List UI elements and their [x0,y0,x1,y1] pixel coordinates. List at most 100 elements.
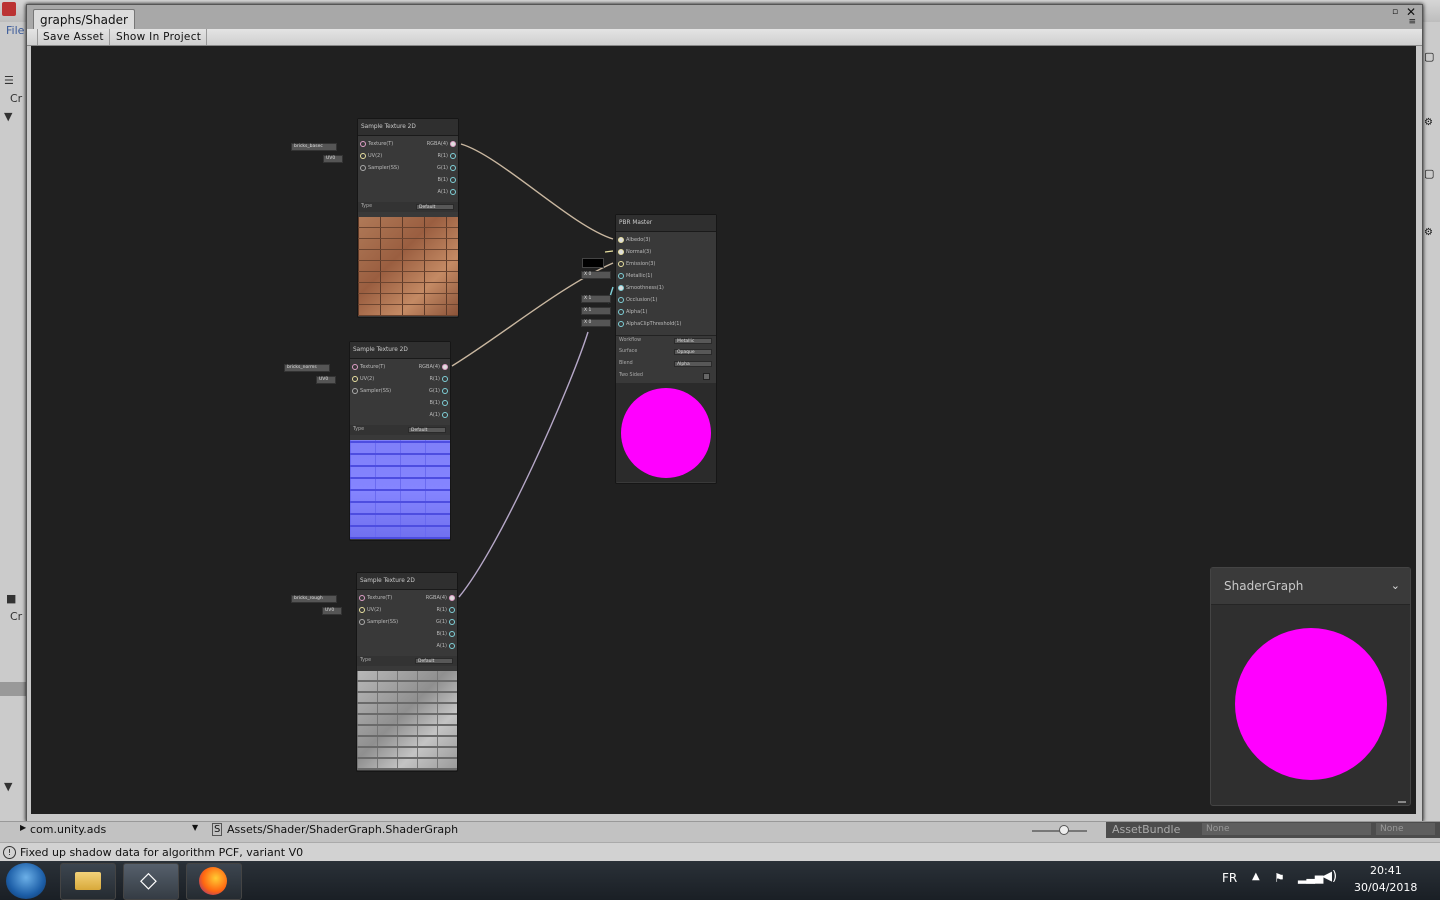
node-sample-texture-normal[interactable]: Sample Texture 2D Texture(T) UV(2) Sampl… [349,341,451,541]
port-g[interactable]: G(1) [436,617,457,627]
surface-dropdown[interactable]: Opaque [674,349,712,355]
input-uv-normal[interactable]: UV0 [316,376,336,384]
action-center-flag-icon[interactable]: ⚑ [1274,871,1285,885]
resize-handle[interactable] [1398,801,1406,803]
chevron-right-icon[interactable]: ▶ [20,823,26,832]
assetbundle-dropdown[interactable]: None [1202,823,1371,835]
node-type-row: Type Default [358,202,458,212]
port-normal[interactable]: Normal(3) [616,247,651,257]
port-sampler[interactable]: Sampler(SS) [350,386,391,396]
status-bar[interactable]: ! Fixed up shadow data for algorithm PCF… [0,842,1440,862]
edge-rough-rgba[interactable] [458,331,589,598]
preview-sphere[interactable] [1235,628,1387,780]
shader-graph-window: graphs/Shader ▫ ✕ ≡ Save Asset Show In P… [26,4,1423,822]
type-dropdown[interactable]: Default [415,658,453,664]
graph-canvas[interactable]: bricks_basec UV0 Sample Texture 2D Textu… [31,46,1416,814]
input-alphaclip-value[interactable]: X 0 [581,319,611,327]
port-emission[interactable]: Emission(3) [616,259,655,269]
node-sample-texture-albedo[interactable]: Sample Texture 2D Texture(T) UV(2) Sampl… [357,118,459,318]
language-indicator[interactable]: FR [1222,871,1237,885]
option-blend: Blend Alpha [616,359,716,369]
emission-color-swatch[interactable] [582,258,604,268]
show-hidden-icons-icon[interactable]: ▲ [1252,871,1260,882]
assetbundle-bar: AssetBundle None None [1106,822,1440,838]
selected-row[interactable] [0,682,26,696]
port-b[interactable]: B(1) [436,629,457,639]
input-uv-rough[interactable]: UV0 [322,607,342,615]
input-metallic-value[interactable]: X 0 [581,271,611,279]
node-pbr-master[interactable]: PBR Master Albedo(3) Normal(3) Emission(… [615,214,717,484]
preview-header[interactable]: ShaderGraph ⌄ [1211,568,1410,605]
port-texture[interactable]: Texture(T) [350,362,385,372]
port-rgba[interactable]: RGBA(4) [419,362,450,372]
clock-date[interactable]: 30/04/2018 [1354,881,1417,894]
gear-icon[interactable]: ⚙ [1424,117,1433,128]
clock-time[interactable]: 20:41 [1370,864,1402,877]
type-dropdown[interactable]: Default [416,204,454,210]
lock-icon[interactable]: ▢ [1424,50,1434,63]
file-explorer-icon[interactable] [60,863,116,900]
blend-dropdown[interactable]: Alpha [674,361,712,367]
assetbundle-variant-dropdown[interactable]: None [1376,823,1435,835]
port-uv[interactable]: UV(2) [350,374,374,384]
port-texture[interactable]: Texture(T) [357,593,392,603]
node-sample-texture-rough[interactable]: Sample Texture 2D Texture(T) UV(2) Sampl… [356,572,458,772]
tab-menu-icon[interactable]: ≡ [1408,17,1416,27]
port-g[interactable]: G(1) [429,386,450,396]
port-g[interactable]: G(1) [437,163,458,173]
show-in-project-button[interactable]: Show In Project [111,29,208,45]
firefox-icon[interactable] [186,863,242,900]
port-a[interactable]: A(1) [437,187,458,197]
maximize-icon[interactable]: ▫ [1392,7,1402,17]
node-title: PBR Master [616,215,716,232]
port-r[interactable]: R(1) [437,151,458,161]
main-preview-panel[interactable]: ShaderGraph ⌄ [1210,567,1411,806]
volume-icon[interactable]: ◀) [1322,869,1337,884]
zoom-slider-thumb[interactable] [1059,825,1069,835]
port-rgba[interactable]: RGBA(4) [427,139,458,149]
graph-toolbar: Save Asset Show In Project [27,29,1422,46]
port-uv[interactable]: UV(2) [358,151,382,161]
input-occlusion-value[interactable]: X 1 [581,295,611,303]
chevron-down-icon[interactable]: ⌄ [1391,568,1400,604]
input-uv-albedo[interactable]: UV0 [323,155,343,163]
port-alpha[interactable]: Alpha(1) [616,307,647,317]
node-title: Sample Texture 2D [358,119,458,136]
option-workflow: Workflow Metallic [616,335,716,345]
type-dropdown[interactable]: Default [408,427,446,433]
port-r[interactable]: R(1) [429,374,450,384]
port-texture[interactable]: Texture(T) [358,139,393,149]
option-two-sided: Two Sided [616,371,716,381]
start-button-icon[interactable] [6,863,46,899]
input-alpha-value[interactable]: X 1 [581,307,611,315]
port-r[interactable]: R(1) [436,605,457,615]
window-tab[interactable]: graphs/Shader [33,9,135,30]
input-texture-rough[interactable]: bricks_rough [291,595,337,603]
port-sampler[interactable]: Sampler(SS) [358,163,399,173]
chevron-down-icon[interactable]: ▼ [192,823,198,832]
port-a[interactable]: A(1) [429,410,450,420]
workflow-dropdown[interactable]: Metallic [674,338,712,344]
edge-normal-link[interactable] [604,250,614,253]
edge-albedo-rgba[interactable] [460,143,614,240]
port-a[interactable]: A(1) [436,641,457,651]
port-rgba[interactable]: RGBA(4) [426,593,457,603]
port-b[interactable]: B(1) [429,398,450,408]
input-texture-normal[interactable]: bricks_norms [284,364,330,372]
network-icon[interactable]: ▂▃▅ [1298,871,1323,884]
node-title: Sample Texture 2D [350,342,450,359]
save-asset-button[interactable]: Save Asset [37,29,110,45]
port-occlusion[interactable]: Occlusion(1) [616,295,657,305]
port-alpha-clip-threshold[interactable]: AlphaClipThreshold(1) [616,319,681,329]
unity-icon[interactable]: ◇ [123,863,179,900]
port-albedo[interactable]: Albedo(3) [616,235,650,245]
two-sided-checkbox[interactable] [703,373,710,380]
port-uv[interactable]: UV(2) [357,605,381,615]
port-smoothness[interactable]: Smoothness(1) [616,283,664,293]
lock-icon[interactable]: ▢ [1424,167,1434,180]
package-item[interactable]: com.unity.ads [30,823,106,836]
port-metallic[interactable]: Metallic(1) [616,271,652,281]
port-b[interactable]: B(1) [437,175,458,185]
port-sampler[interactable]: Sampler(SS) [357,617,398,627]
gear-icon[interactable]: ⚙ [1424,227,1433,238]
